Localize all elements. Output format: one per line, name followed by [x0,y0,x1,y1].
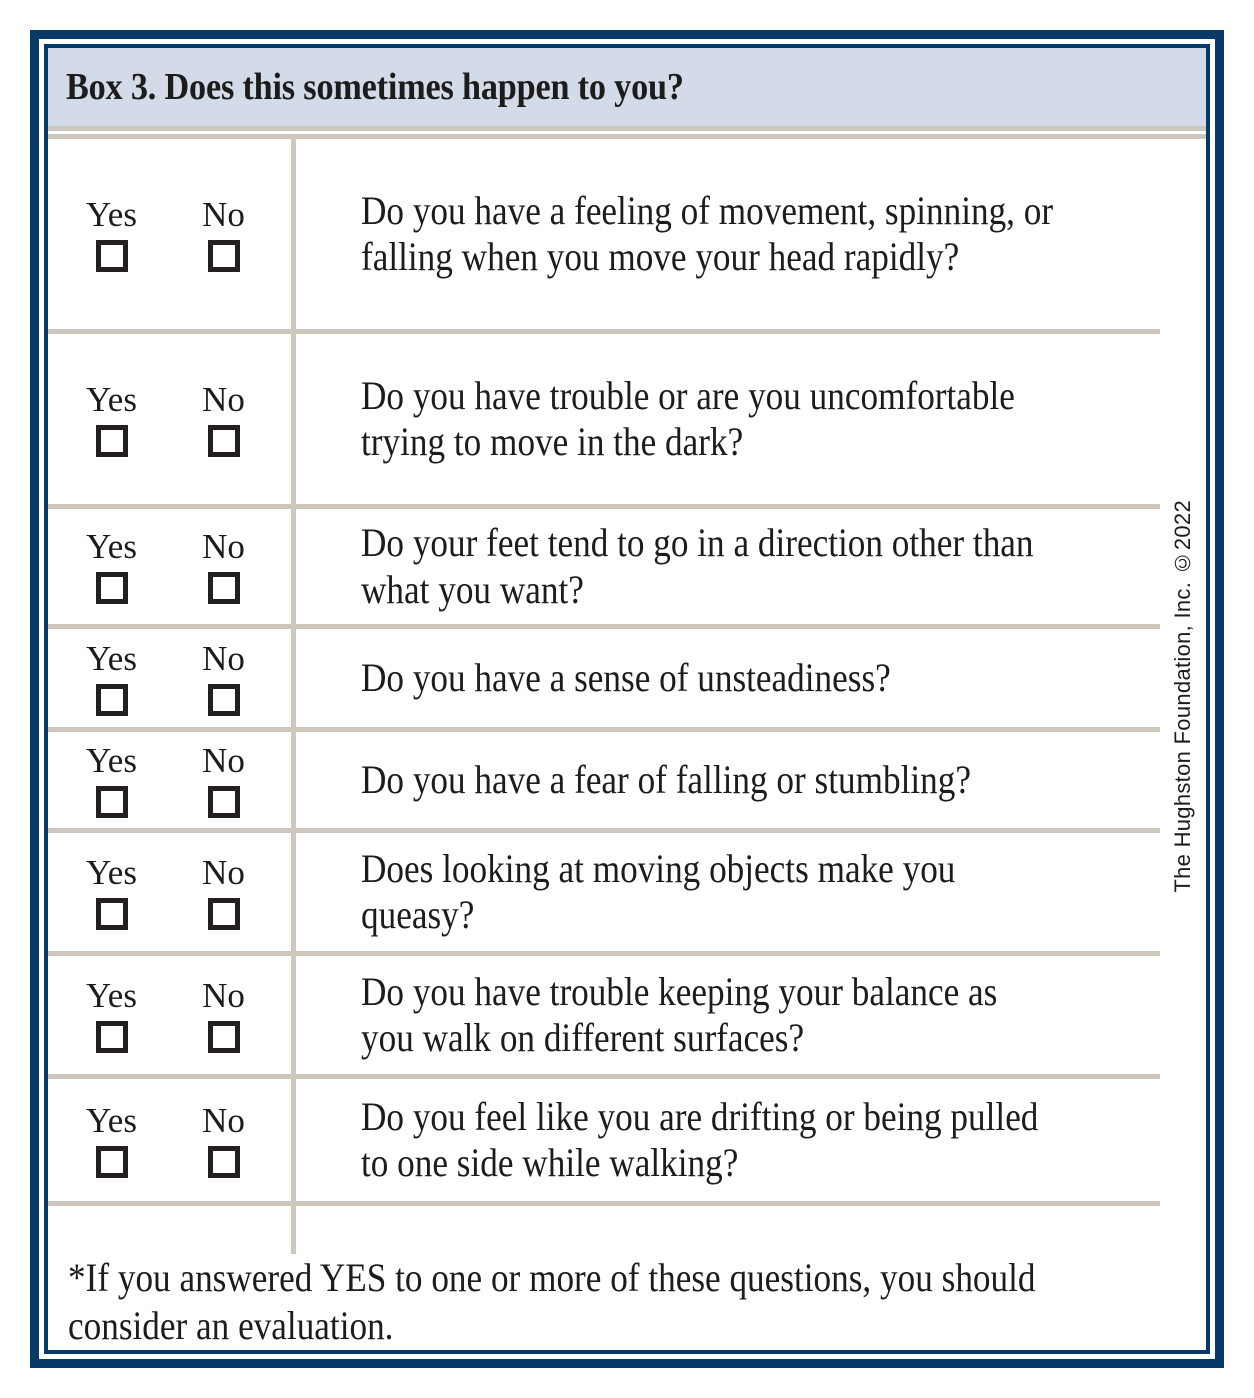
answer-cell: Yes No [48,732,291,828]
answer-label-no: No [202,975,245,1015]
answer-label-yes: Yes [86,740,137,780]
answer-label-no: No [202,740,245,780]
answer-label-yes: Yes [86,638,137,678]
frame-gap: Box 3. Does this sometimes happen to you… [39,39,1215,1359]
header-divider [48,126,1206,139]
table-body: The Hughston Foundation, Inc. ©2022 Yes [48,139,1206,1350]
answer-cell: Yes No [48,139,291,329]
column-divider [291,139,296,1254]
answer-option-no[interactable]: No [196,743,252,818]
question-cell: Does looking at moving objects make you … [291,833,1206,951]
frame-inner: Box 3. Does this sometimes happen to you… [44,44,1210,1354]
answer-option-yes[interactable]: Yes [84,978,140,1053]
table-row: Yes No Does looking at moving objects ma… [48,833,1206,956]
checkbox-no[interactable] [207,239,240,272]
table-row: Yes No Do you feel like you are drifting… [48,1079,1206,1206]
question-cell: Do you have a sense of unsteadiness? [291,629,1206,727]
answer-cell: Yes No [48,629,291,727]
question-cell: Do you have a feeling of movement, spinn… [291,139,1206,329]
question-text: Do you feel like you are drifting or bei… [361,1093,1039,1185]
checkbox-yes[interactable] [95,897,128,930]
box-header: Box 3. Does this sometimes happen to you… [48,48,1206,126]
answer-option-no[interactable]: No [196,641,252,716]
answer-option-yes[interactable]: Yes [84,529,140,604]
answer-label-no: No [202,1100,245,1140]
checkbox-yes[interactable] [95,785,128,818]
answer-label-no: No [202,852,245,892]
checkbox-no[interactable] [207,1145,240,1178]
footnote: *If you answered YES to one or more of t… [48,1254,1206,1350]
question-text: Does looking at moving objects make you … [361,845,956,937]
question-text: Do you have trouble keeping your balance… [361,968,998,1060]
checkbox-yes[interactable] [95,683,128,716]
answer-option-yes[interactable]: Yes [84,743,140,818]
question-text: Do you have a feeling of movement, spinn… [361,187,1054,279]
answer-label-yes: Yes [86,379,137,419]
answer-option-no[interactable]: No [196,855,252,930]
checkbox-no[interactable] [207,683,240,716]
answer-label-no: No [202,638,245,678]
footnote-text: *If you answered YES to one or more of t… [68,1255,1036,1348]
checkbox-yes[interactable] [95,424,128,457]
question-text: Do your feet tend to go in a direction o… [361,520,1034,612]
checkbox-yes[interactable] [95,239,128,272]
answer-option-yes[interactable]: Yes [84,641,140,716]
checkbox-yes[interactable] [95,1145,128,1178]
question-cell: Do your feet tend to go in a direction o… [291,509,1206,624]
answer-label-yes: Yes [86,975,137,1015]
question-cell: Do you have trouble or are you uncomfort… [291,334,1206,504]
answer-cell: Yes No [48,509,291,624]
question-text: Do you have trouble or are you uncomfort… [361,372,1015,464]
answer-option-no[interactable]: No [196,978,252,1053]
page-title: Box 3. Does this sometimes happen to you… [66,66,684,108]
answer-label-no: No [202,194,245,234]
answer-cell: Yes No [48,833,291,951]
checkbox-no[interactable] [207,785,240,818]
question-rows: Yes No Do you have a feeling of movement… [48,139,1206,1254]
copyright-strip: The Hughston Foundation, Inc. ©2022 [1160,139,1206,1254]
answer-option-no[interactable]: No [196,382,252,457]
copyright-text: The Hughston Foundation, Inc. ©2022 [1170,500,1195,893]
question-cell: Do you have a fear of falling or stumbli… [291,732,1206,828]
checkbox-no[interactable] [207,897,240,930]
answer-option-no[interactable]: No [196,1103,252,1178]
checkbox-yes[interactable] [95,1020,128,1053]
answer-label-yes: Yes [86,852,137,892]
question-cell: Do you feel like you are drifting or bei… [291,1079,1206,1201]
question-text: Do you have a fear of falling or stumbli… [361,756,971,802]
answer-option-yes[interactable]: Yes [84,855,140,930]
table-row: Yes No Do you have a sense of unsteadine… [48,629,1206,732]
table-row: Yes No Do you have trouble keeping your … [48,956,1206,1079]
answer-cell: Yes No [48,334,291,504]
answer-cell: Yes No [48,956,291,1074]
question-text: Do you have a sense of unsteadiness? [361,654,891,700]
checkbox-no[interactable] [207,572,240,604]
answer-label-no: No [202,527,245,566]
checkbox-no[interactable] [207,424,240,457]
answer-label-yes: Yes [86,194,137,234]
answer-label-yes: Yes [86,1100,137,1140]
table-row: Yes No Do you have trouble or are you un… [48,334,1206,509]
answer-label-yes: Yes [86,527,137,566]
question-cell: Do you have trouble keeping your balance… [291,956,1206,1074]
answer-option-no[interactable]: No [196,529,252,604]
box-figure: Box 3. Does this sometimes happen to you… [30,30,1224,1368]
table-row: Yes No Do your feet tend to go in a dire… [48,509,1206,629]
answer-option-no[interactable]: No [196,197,252,272]
answer-cell: Yes No [48,1079,291,1201]
table-row: Yes No Do you have a feeling of movement… [48,139,1206,334]
table-row: Yes No Do you have a fear of falling or … [48,732,1206,833]
answer-option-yes[interactable]: Yes [84,1103,140,1178]
answer-label-no: No [202,379,245,419]
checkbox-yes[interactable] [95,572,128,604]
answer-option-yes[interactable]: Yes [84,382,140,457]
checkbox-no[interactable] [207,1020,240,1053]
answer-option-yes[interactable]: Yes [84,197,140,272]
